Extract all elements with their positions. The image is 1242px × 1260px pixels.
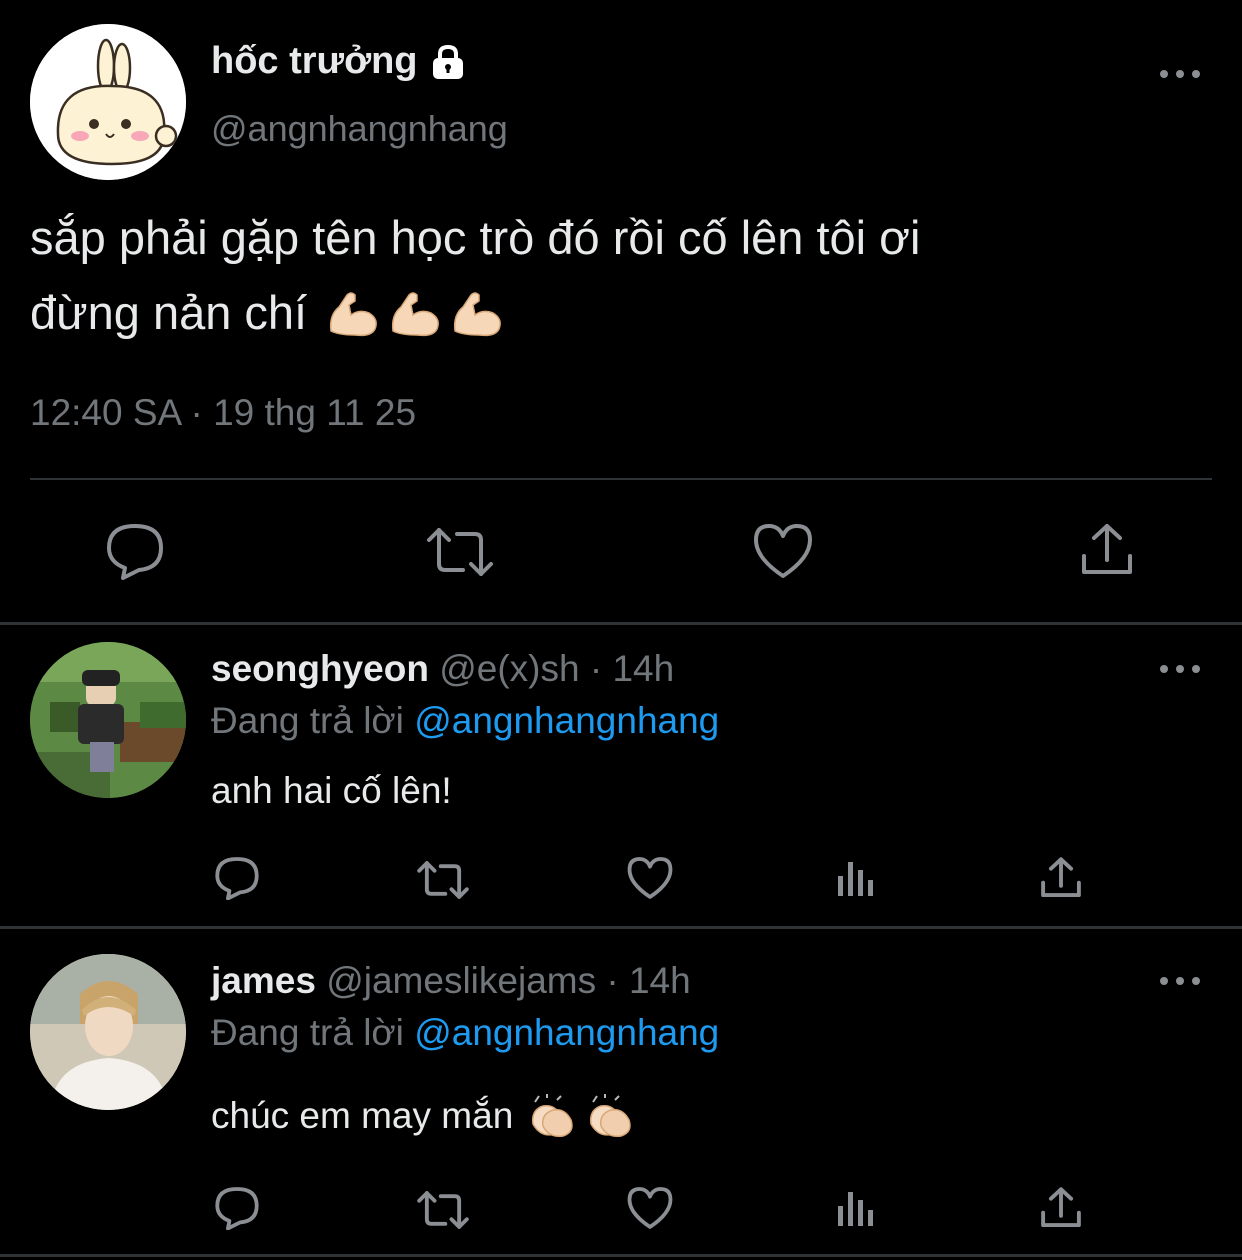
clapping-hands-icon (590, 1094, 632, 1138)
main-display-name[interactable]: hốc trưởng (211, 40, 418, 83)
reply-icon[interactable] (214, 856, 260, 900)
replying-to-line: Đang trả lời @angnhangnhang (211, 700, 719, 742)
main-display-name-row[interactable]: hốc trưởng (211, 40, 468, 83)
main-tweet-text-line2: đừng nản chí (30, 286, 308, 339)
reply-icon[interactable] (105, 522, 165, 580)
reply-header: james @jameslikejams · 14h (211, 960, 691, 1002)
replying-prefix: Đang trả lời (211, 1012, 404, 1053)
replying-mention[interactable]: @angnhangnhang (414, 700, 719, 741)
reply-handle-time[interactable]: @e(x)sh · 14h (439, 648, 674, 689)
retweet-icon[interactable] (416, 860, 470, 900)
flexed-biceps-icon (392, 291, 439, 336)
replying-to-line: Đang trả lời @angnhangnhang (211, 1012, 719, 1054)
clapping-hands-icon (532, 1094, 574, 1138)
main-timestamp[interactable]: 12:40 SA · 19 thg 11 25 (30, 392, 416, 434)
clapping-hands-emoji-group (527, 1094, 635, 1138)
flexed-biceps-icon (330, 291, 377, 336)
reply-avatar[interactable] (30, 642, 186, 798)
replying-mention[interactable]: @angnhangnhang (414, 1012, 719, 1053)
main-avatar[interactable] (30, 24, 186, 180)
reply-text: anh hai cố lên! (211, 770, 452, 811)
divider (0, 926, 1242, 929)
like-icon[interactable] (626, 856, 674, 900)
analytics-icon[interactable] (836, 1188, 876, 1228)
divider (0, 1254, 1242, 1257)
share-icon[interactable] (1080, 522, 1134, 578)
reply-display-name[interactable]: james (211, 960, 316, 1001)
reply-icon[interactable] (214, 1186, 260, 1230)
tweet-thread: hốc trưởng @angnhangnhang sắp phải gặp t… (0, 0, 1242, 1260)
analytics-icon[interactable] (836, 858, 876, 898)
reply-text: chúc em may mắn (211, 1095, 514, 1136)
flexed-biceps-emoji-group (325, 285, 505, 341)
main-handle[interactable]: @angnhangnhang (211, 108, 508, 150)
retweet-icon[interactable] (416, 1190, 470, 1230)
share-icon[interactable] (1040, 856, 1082, 900)
replying-prefix: Đang trả lời (211, 700, 404, 741)
lock-icon (428, 42, 468, 82)
divider (0, 622, 1242, 625)
reply-handle-time[interactable]: @jameslikejams · 14h (326, 960, 691, 1001)
more-options-icon[interactable] (1160, 68, 1200, 80)
more-options-icon[interactable] (1160, 975, 1200, 987)
divider (30, 478, 1212, 480)
main-tweet-text: sắp phải gặp tên học trò đó rồi cố lên t… (30, 200, 1210, 350)
reply-avatar[interactable] (30, 954, 186, 1110)
flexed-biceps-icon (454, 291, 501, 336)
reply-display-name[interactable]: seonghyeon (211, 648, 429, 689)
like-icon[interactable] (626, 1186, 674, 1230)
main-tweet-text-line1: sắp phải gặp tên học trò đó rồi cố lên t… (30, 211, 921, 264)
share-icon[interactable] (1040, 1186, 1082, 1230)
reply-header: seonghyeon @e(x)sh · 14h (211, 648, 674, 690)
like-icon[interactable] (752, 522, 814, 580)
retweet-icon[interactable] (425, 526, 495, 578)
more-options-icon[interactable] (1160, 663, 1200, 675)
reply-text-row: chúc em may mắn (211, 1094, 635, 1138)
